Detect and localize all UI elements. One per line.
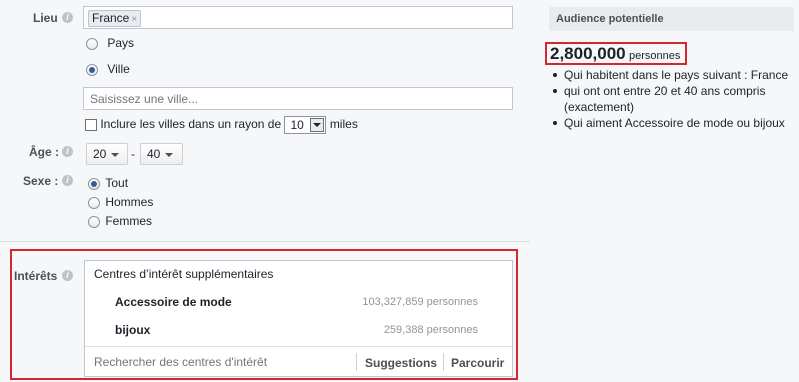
audience-count: 2,800,000 xyxy=(550,44,626,63)
radius-row: Inclure les villes dans un rayon de 10 m… xyxy=(85,116,358,134)
gender-option-men-label: Hommes xyxy=(105,195,154,209)
age-min-select[interactable]: 20 xyxy=(86,143,128,165)
location-option-city-label: Ville xyxy=(107,62,130,76)
age-min-value: 20 xyxy=(93,147,107,161)
radius-value: 10 xyxy=(290,118,304,132)
location-label: Lieu xyxy=(33,11,58,25)
age-separator: - xyxy=(131,147,135,161)
vertical-divider xyxy=(443,353,444,371)
criteria-item: Qui habitent dans le pays suivant : Fran… xyxy=(548,67,796,83)
gender-option-all[interactable]: Tout xyxy=(88,176,128,190)
vertical-divider xyxy=(356,353,357,371)
location-option-country[interactable]: Pays xyxy=(86,36,134,50)
browse-button[interactable]: Parcourir xyxy=(451,356,504,370)
age-max-select[interactable]: 40 xyxy=(140,143,183,165)
gender-option-all-label: Tout xyxy=(105,176,129,190)
interest-name: bijoux xyxy=(115,323,151,337)
interests-label: Intérêts xyxy=(14,269,58,283)
city-input[interactable] xyxy=(83,87,513,110)
radio-all[interactable] xyxy=(88,177,100,190)
audience-unit: personnes xyxy=(628,50,681,62)
interest-count: 259,388 personnes xyxy=(383,324,478,336)
radio-men[interactable] xyxy=(88,196,100,209)
gender-option-men[interactable]: Hommes xyxy=(88,195,153,209)
interest-row[interactable]: Accessoire de mode 103,327,859 personnes xyxy=(85,289,512,317)
chevron-down-icon xyxy=(310,118,325,132)
radius-unit: miles xyxy=(329,117,358,132)
interest-name: Accessoire de mode xyxy=(115,295,232,309)
chevron-down-icon xyxy=(111,152,120,157)
interests-search-input[interactable] xyxy=(88,349,348,375)
interest-row[interactable]: bijoux 259,388 personnes xyxy=(85,317,512,345)
info-icon[interactable]: i xyxy=(62,146,73,157)
radio-city[interactable] xyxy=(86,63,98,76)
criteria-item: qui ont ont entre 20 et 40 ans compris (… xyxy=(548,83,796,115)
gender-option-women[interactable]: Femmes xyxy=(88,214,152,228)
gender-option-women-label: Femmes xyxy=(105,214,153,228)
location-token: France × xyxy=(88,10,142,27)
interests-divider xyxy=(85,346,512,347)
interest-count: 103,327,859 personnes xyxy=(362,296,478,308)
info-icon[interactable]: i xyxy=(62,12,73,23)
criteria-item: Qui aiment Accessoire de mode ou bijoux xyxy=(548,115,796,131)
radius-checkbox[interactable] xyxy=(85,119,97,131)
audience-criteria: Qui habitent dans le pays suivant : Fran… xyxy=(548,67,796,131)
audience-count-box: 2,800,000 personnes xyxy=(545,42,687,65)
radius-label: Inclure les villes dans un rayon de xyxy=(100,117,282,132)
location-option-country-label: Pays xyxy=(107,36,135,50)
section-divider xyxy=(0,241,530,242)
chevron-down-icon xyxy=(165,152,174,157)
radio-women[interactable] xyxy=(88,215,100,228)
age-max-value: 40 xyxy=(147,147,161,161)
remove-token-icon[interactable]: × xyxy=(131,14,137,25)
gender-label: Sexe : xyxy=(23,174,59,188)
interests-header: Centres d’intérêt supplémentaires xyxy=(94,267,274,281)
info-icon[interactable]: i xyxy=(62,270,73,281)
radio-country[interactable] xyxy=(86,37,98,50)
age-label: Âge : xyxy=(29,145,59,159)
suggestions-button[interactable]: Suggestions xyxy=(365,356,437,370)
interests-panel: Centres d’intérêt supplémentaires Access… xyxy=(84,260,513,377)
info-icon[interactable]: i xyxy=(62,175,73,186)
audience-title: Audience potentielle xyxy=(549,7,794,31)
location-option-city[interactable]: Ville xyxy=(86,62,130,76)
location-input[interactable]: France × xyxy=(83,6,513,29)
radius-select[interactable]: 10 xyxy=(284,116,327,134)
location-token-label: France xyxy=(92,11,130,25)
